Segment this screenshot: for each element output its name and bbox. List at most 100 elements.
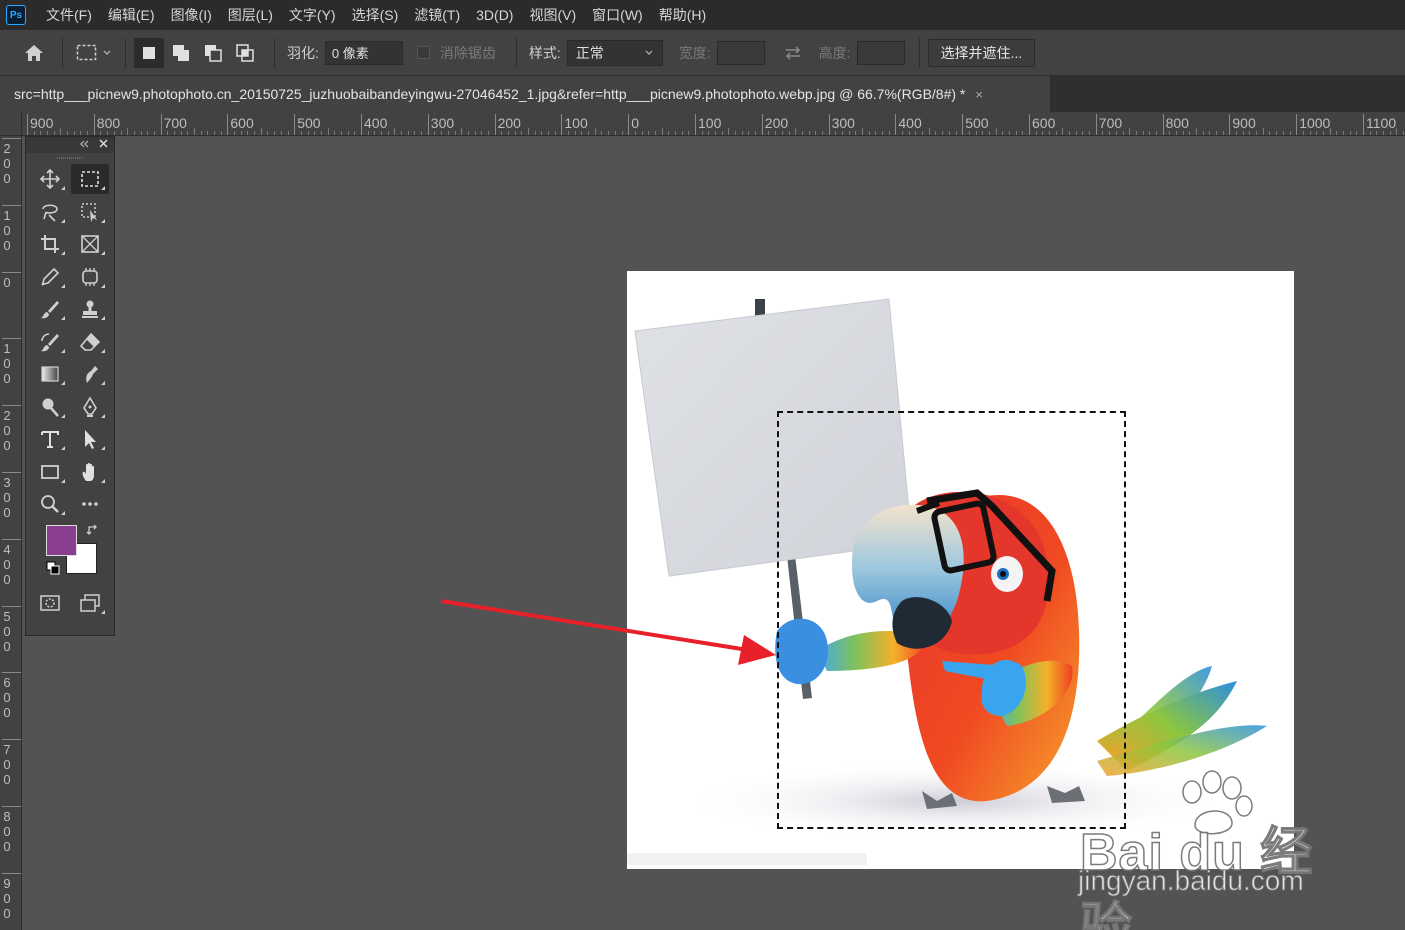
tool-row: [26, 391, 114, 424]
ruler-minor-tick: [1282, 131, 1284, 135]
path-select-tool[interactable]: [71, 424, 109, 454]
menu-item-7[interactable]: 3D(D): [468, 0, 521, 30]
pen-tool[interactable]: [71, 392, 109, 422]
lasso-tool[interactable]: [31, 197, 69, 227]
ruler-minor-tick: [581, 131, 583, 135]
screen-mode-button[interactable]: [71, 588, 109, 618]
vertical-ruler[interactable]: 200 100 0 100 200 300 400 500 600 700 800 900: [0, 136, 22, 930]
home-button[interactable]: [20, 39, 48, 67]
ruler-minor-tick: [501, 131, 503, 135]
toolbox-grip[interactable]: [26, 153, 114, 163]
frame-tool[interactable]: [71, 229, 109, 259]
ruler-minor-tick: [441, 131, 443, 135]
ruler-minor-tick: [194, 128, 195, 135]
close-toolbox-button[interactable]: [99, 139, 108, 151]
tool-preset-button[interactable]: [71, 39, 117, 67]
ruler-label: 700: [3, 742, 11, 788]
feather-input[interactable]: 0 像素: [324, 40, 403, 65]
ruler-minor-tick: [514, 131, 516, 135]
style-select[interactable]: 正常: [566, 39, 663, 66]
menu-item-0[interactable]: 文件(F): [38, 0, 100, 30]
menu-item-1[interactable]: 编辑(E): [100, 0, 163, 30]
type-tool[interactable]: [31, 424, 69, 454]
rectangle-tool[interactable]: [31, 457, 69, 487]
new-selection-button[interactable]: [134, 37, 164, 68]
menu-item-3[interactable]: 图层(L): [220, 0, 281, 30]
ruler-label: 800: [3, 809, 11, 854]
gradient-tool[interactable]: [31, 359, 69, 389]
add-selection-button[interactable]: [166, 38, 196, 68]
ruler-tick: [2, 271, 21, 273]
lasso-icon: [42, 204, 58, 222]
submenu-indicator: [61, 218, 65, 223]
eyedropper-tool[interactable]: [31, 262, 69, 292]
menu-item-6[interactable]: 滤镜(T): [406, 0, 468, 30]
ruler-tick: [2, 405, 21, 407]
ruler-minor-tick: [1022, 131, 1024, 135]
menu-item-2[interactable]: 图像(I): [163, 0, 220, 30]
ruler-minor-tick: [113, 131, 115, 135]
tool-row: [26, 261, 114, 294]
divider: [918, 37, 920, 68]
select-and-mask-button[interactable]: 选择并遮住...: [927, 38, 1036, 67]
antialias-checkbox[interactable]: [416, 46, 430, 59]
swap-dimensions-button[interactable]: [779, 39, 807, 67]
menu-item-10[interactable]: 帮助(H): [651, 0, 714, 30]
watermark-url: jingyan.baidu.com: [1078, 865, 1305, 897]
ruler-minor-tick: [688, 131, 690, 135]
ruler-minor-tick: [33, 131, 35, 135]
eraser-tool[interactable]: [71, 327, 109, 357]
ruler-label: 800: [96, 115, 121, 131]
zoom-tool[interactable]: [31, 489, 69, 519]
object-select-tool[interactable]: [71, 197, 109, 227]
height-input[interactable]: [856, 40, 905, 65]
type-icon: [41, 431, 59, 449]
hand-tool[interactable]: [71, 457, 109, 487]
ruler-minor-tick: [354, 131, 356, 135]
smudge-tool[interactable]: [71, 359, 109, 389]
history-brush-tool[interactable]: [31, 327, 69, 357]
width-input[interactable]: [716, 40, 765, 65]
dodge-tool[interactable]: [31, 392, 69, 422]
move-tool[interactable]: [31, 164, 69, 194]
brush-tool[interactable]: [31, 294, 69, 324]
quick-mask-button[interactable]: [31, 588, 69, 618]
ruler-tick: [494, 114, 496, 135]
swap-colors-button[interactable]: [86, 523, 100, 540]
crop-tool[interactable]: [31, 229, 69, 259]
document-tab[interactable]: src=http___picnew9.photophoto.cn_2015072…: [0, 76, 1050, 112]
ruler-label: 300: [3, 475, 11, 520]
color-swatches: [26, 521, 114, 591]
foreground-color-swatch[interactable]: [46, 524, 77, 556]
menu-item-4[interactable]: 文字(Y): [281, 0, 344, 30]
ruler-origin[interactable]: [0, 112, 22, 136]
ruler-minor-tick: [1389, 131, 1391, 135]
ruler-minor-tick: [1075, 131, 1077, 135]
horizontal-ruler[interactable]: 900 800 700 600 500 400 300 200 100 0 100 200 300 400…: [22, 112, 1405, 136]
menu-item-8[interactable]: 视图(V): [521, 0, 584, 30]
close-tab-button[interactable]: ×: [975, 87, 983, 102]
default-colors-button[interactable]: [46, 561, 60, 578]
ruler-minor-tick: [534, 131, 536, 135]
ruler-minor-tick: [287, 131, 289, 135]
ruler-minor-tick: [1149, 131, 1151, 135]
ruler-minor-tick: [153, 131, 155, 135]
tool-row: [26, 488, 114, 521]
menu-item-9[interactable]: 窗口(W): [584, 0, 651, 30]
ruler-minor-tick: [487, 131, 489, 135]
intersect-selection-button[interactable]: [230, 38, 260, 68]
more-tool[interactable]: [71, 489, 109, 519]
ruler-tick: [561, 114, 563, 135]
subtract-selection-button[interactable]: [198, 38, 228, 68]
collapse-toolbox-button[interactable]: [79, 139, 89, 151]
ruler-label: 400: [3, 541, 11, 587]
ruler-minor-tick: [674, 131, 676, 135]
rect-marquee-icon: [76, 44, 97, 60]
feather-label: 羽化:: [287, 44, 319, 61]
patch-tool[interactable]: [71, 262, 109, 292]
menu-item-5[interactable]: 选择(S): [344, 0, 407, 30]
rect-marquee-tool[interactable]: [71, 164, 109, 195]
ruler-minor-tick: [915, 131, 917, 135]
stamp-tool[interactable]: [71, 294, 109, 324]
ruler-minor-tick: [200, 131, 202, 135]
